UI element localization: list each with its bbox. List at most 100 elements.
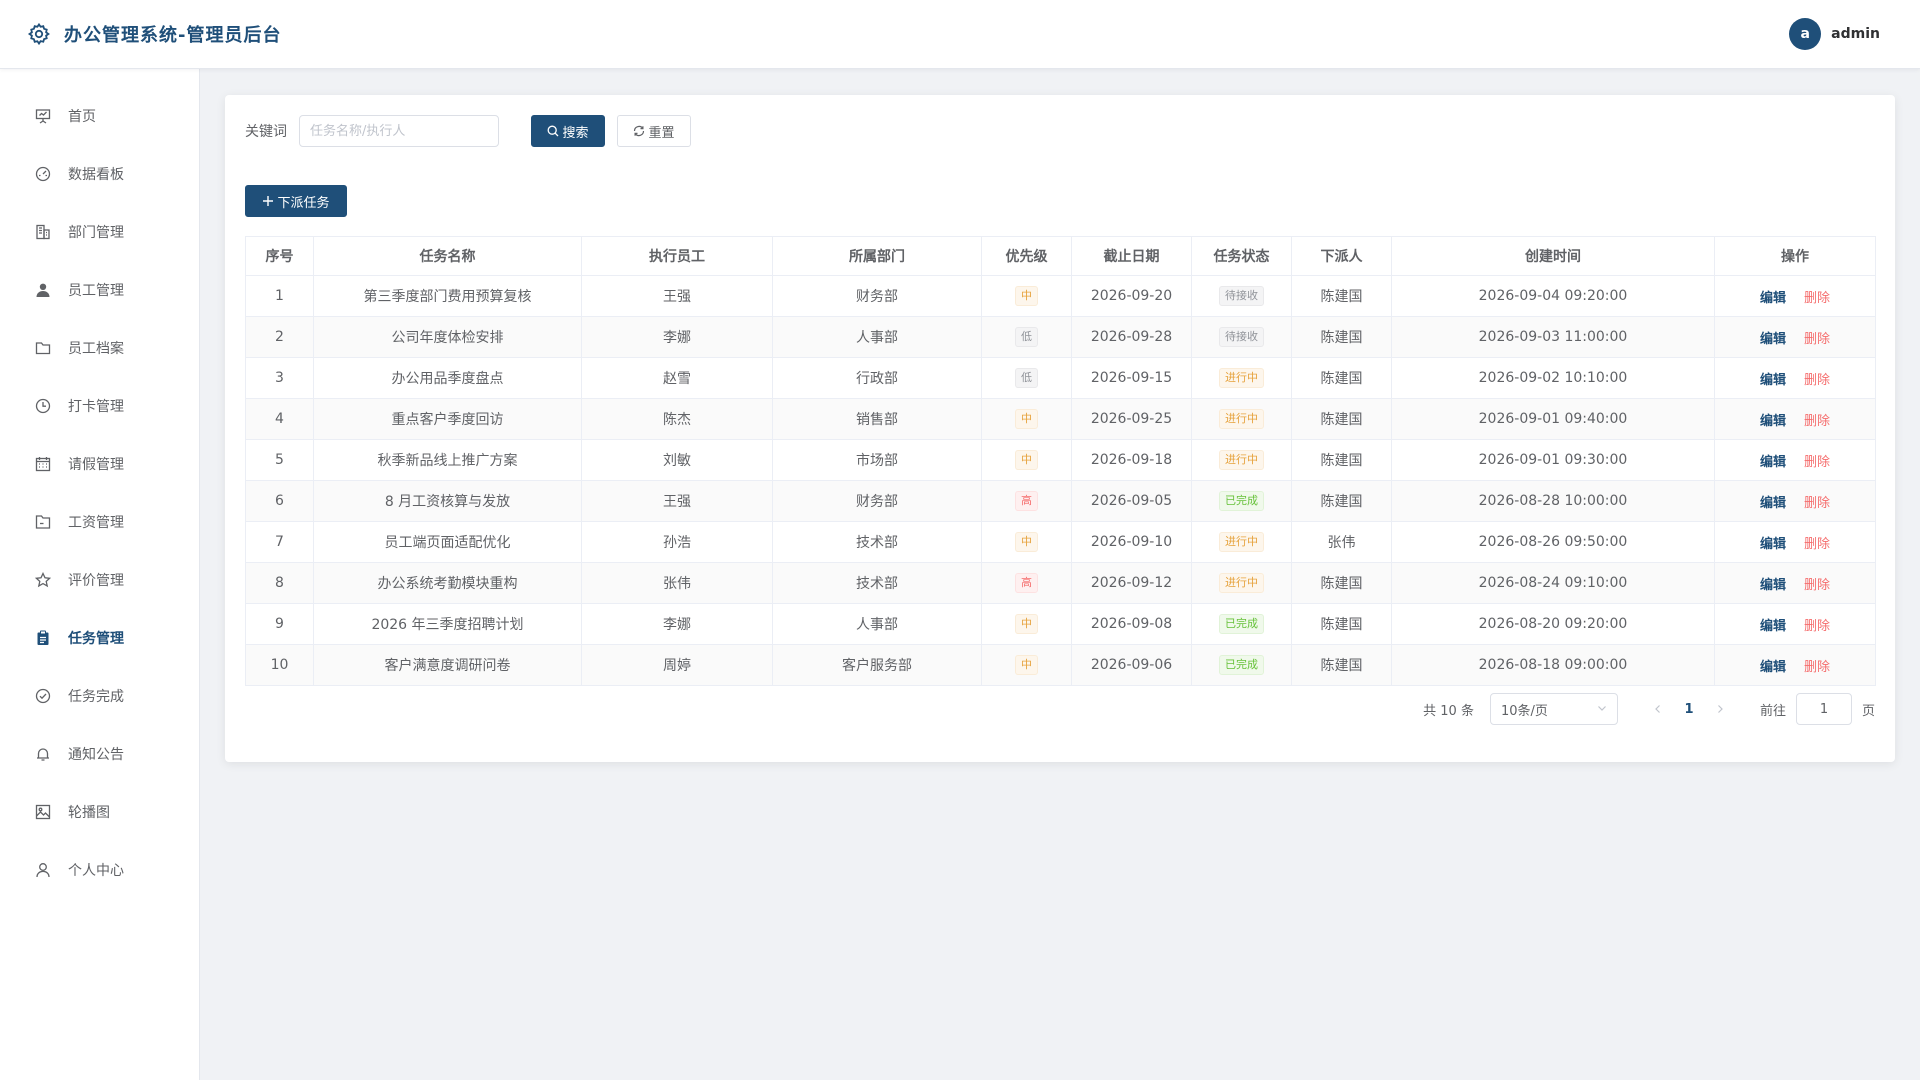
edit-link[interactable]: 编辑: [1760, 578, 1786, 593]
sidebar-item-profile[interactable]: 个人中心: [0, 841, 199, 899]
sidebar-item-archives[interactable]: 员工档案: [0, 319, 199, 377]
cell-department: 客户服务部: [772, 644, 982, 686]
sidebar-item-label: 任务管理: [68, 631, 124, 647]
edit-link[interactable]: 编辑: [1760, 496, 1786, 511]
pagination: 共 10 条 10条/页 1 前往 页: [1423, 693, 1875, 725]
sidebar-item-label: 个人中心: [68, 863, 124, 879]
priority-tag: 中: [1015, 614, 1038, 634]
edit-link[interactable]: 编辑: [1760, 373, 1786, 388]
delete-link[interactable]: 删除: [1804, 496, 1830, 511]
prev-page-button[interactable]: [1644, 695, 1672, 723]
cell-no: 7: [245, 521, 314, 563]
cell-actions: 编辑 删除: [1714, 398, 1876, 440]
table-row: 2 公司年度体检安排 李娜 人事部 低 2026-09-28 待接收 陈建国 2026-09-0…: [245, 316, 1876, 358]
edit-link[interactable]: 编辑: [1760, 537, 1786, 552]
assign-task-button[interactable]: 下派任务: [245, 185, 347, 217]
goto-page-input[interactable]: [1795, 693, 1852, 725]
cell-created-time: 2026-09-01 09:40:00: [1391, 398, 1715, 440]
sidebar-item-notices[interactable]: 通知公告: [0, 725, 199, 783]
cell-task-name: 第三季度部门费用预算复核: [313, 275, 582, 317]
column-header: 优先级: [981, 236, 1072, 276]
delete-link[interactable]: 删除: [1804, 660, 1830, 675]
delete-link[interactable]: 删除: [1804, 373, 1830, 388]
priority-tag: 低: [1015, 327, 1038, 347]
search-button[interactable]: 搜索: [531, 115, 605, 147]
sidebar-item-salary[interactable]: 工资管理: [0, 493, 199, 551]
cell-department: 行政部: [772, 357, 982, 399]
sidebar-item-employees[interactable]: 员工管理: [0, 261, 199, 319]
priority-tag: 高: [1015, 573, 1038, 593]
sidebar-item-label: 通知公告: [68, 747, 124, 763]
delete-link[interactable]: 删除: [1804, 414, 1830, 429]
cell-task-name: 办公系统考勤模块重构: [313, 562, 582, 604]
username[interactable]: admin: [1831, 26, 1880, 42]
table-header-row: 序号 任务名称 执行员工 所属部门 优先级 截止日期 任务状态 下派人 创建时间…: [245, 236, 1876, 276]
delete-link[interactable]: 删除: [1804, 578, 1830, 593]
cell-staff: 王强: [581, 275, 773, 317]
cell-created-time: 2026-09-03 11:00:00: [1391, 316, 1715, 358]
page-size-value: 10条/页: [1500, 703, 1548, 719]
sidebar-item-departments[interactable]: 部门管理: [0, 203, 199, 261]
table-row: 8 办公系统考勤模块重构 张伟 技术部 高 2026-09-12 进行中 陈建国 2026-08…: [245, 562, 1876, 604]
page-number[interactable]: 1: [1672, 695, 1706, 723]
cell-status: 待接收: [1191, 275, 1292, 317]
sidebar-item-attendance[interactable]: 打卡管理: [0, 377, 199, 435]
dashboard-icon: [34, 165, 52, 183]
clipboard-icon: [34, 629, 52, 647]
delete-link[interactable]: 删除: [1804, 291, 1830, 306]
cell-department: 技术部: [772, 521, 982, 563]
table-row: 7 员工端页面适配优化 孙浩 技术部 中 2026-09-10 进行中 张伟 2026-08-2…: [245, 521, 1876, 563]
cell-staff: 李娜: [581, 316, 773, 358]
sidebar-item-task-completion[interactable]: 任务完成: [0, 667, 199, 725]
reset-button[interactable]: 重置: [617, 115, 691, 147]
edit-link[interactable]: 编辑: [1760, 291, 1786, 306]
cell-actions: 编辑 删除: [1714, 644, 1876, 686]
next-page-button[interactable]: [1706, 695, 1734, 723]
cell-created-time: 2026-08-18 09:00:00: [1391, 644, 1715, 686]
priority-tag: 中: [1015, 409, 1038, 429]
cell-staff: 张伟: [581, 562, 773, 604]
sidebar-item-tasks[interactable]: 任务管理: [0, 609, 199, 667]
delete-link[interactable]: 删除: [1804, 619, 1830, 634]
sidebar-item-evaluations[interactable]: 评价管理: [0, 551, 199, 609]
sidebar-item-carousel[interactable]: 轮播图: [0, 783, 199, 841]
user-menu[interactable]: a admin: [1789, 18, 1880, 50]
edit-link[interactable]: 编辑: [1760, 619, 1786, 634]
page-size-select[interactable]: 10条/页: [1489, 693, 1618, 725]
cell-task-name: 秋季新品线上推广方案: [313, 439, 582, 481]
sidebar-item-leave[interactable]: 请假管理: [0, 435, 199, 493]
edit-link[interactable]: 编辑: [1760, 414, 1786, 429]
cell-deadline: 2026-09-25: [1071, 398, 1192, 440]
sidebar-item-label: 评价管理: [68, 573, 124, 589]
status-tag: 进行中: [1219, 409, 1264, 429]
cell-task-name: 8 月工资核算与发放: [313, 480, 582, 522]
delete-link[interactable]: 删除: [1804, 537, 1830, 552]
cell-department: 技术部: [772, 562, 982, 604]
edit-link[interactable]: 编辑: [1760, 332, 1786, 347]
top-header: 办公管理系统-管理员后台 a admin: [0, 0, 1920, 69]
cell-priority: 中: [981, 644, 1072, 686]
cell-priority: 中: [981, 275, 1072, 317]
cell-actions: 编辑 删除: [1714, 357, 1876, 399]
edit-link[interactable]: 编辑: [1760, 660, 1786, 675]
sidebar-item-dashboard[interactable]: 数据看板: [0, 145, 199, 203]
table-row: 10 客户满意度调研问卷 周婷 客户服务部 中 2026-09-06 已完成 陈建国 2026-…: [245, 644, 1876, 686]
cell-status: 已完成: [1191, 603, 1292, 645]
sidebar-item-label: 员工档案: [68, 341, 124, 357]
edit-link[interactable]: 编辑: [1760, 455, 1786, 470]
delete-link[interactable]: 删除: [1804, 332, 1830, 347]
star-icon: [34, 571, 52, 589]
search-icon: [547, 125, 559, 137]
sidebar-item-home[interactable]: 首页: [0, 87, 199, 145]
delete-link[interactable]: 删除: [1804, 455, 1830, 470]
sidebar-item-label: 首页: [68, 109, 96, 125]
keyword-input[interactable]: [299, 115, 499, 147]
cell-task-name: 员工端页面适配优化: [313, 521, 582, 563]
table-row: 68 月工资核算与发放 王强 财务部 高 2026-09-05 已完成 陈建国 2026-08…: [245, 480, 1876, 522]
column-header: 执行员工: [581, 236, 773, 276]
cell-assigner: 陈建国: [1291, 398, 1392, 440]
priority-tag: 高: [1015, 491, 1038, 511]
avatar[interactable]: a: [1789, 18, 1822, 50]
cell-staff: 赵雪: [581, 357, 773, 399]
cell-priority: 高: [981, 562, 1072, 604]
